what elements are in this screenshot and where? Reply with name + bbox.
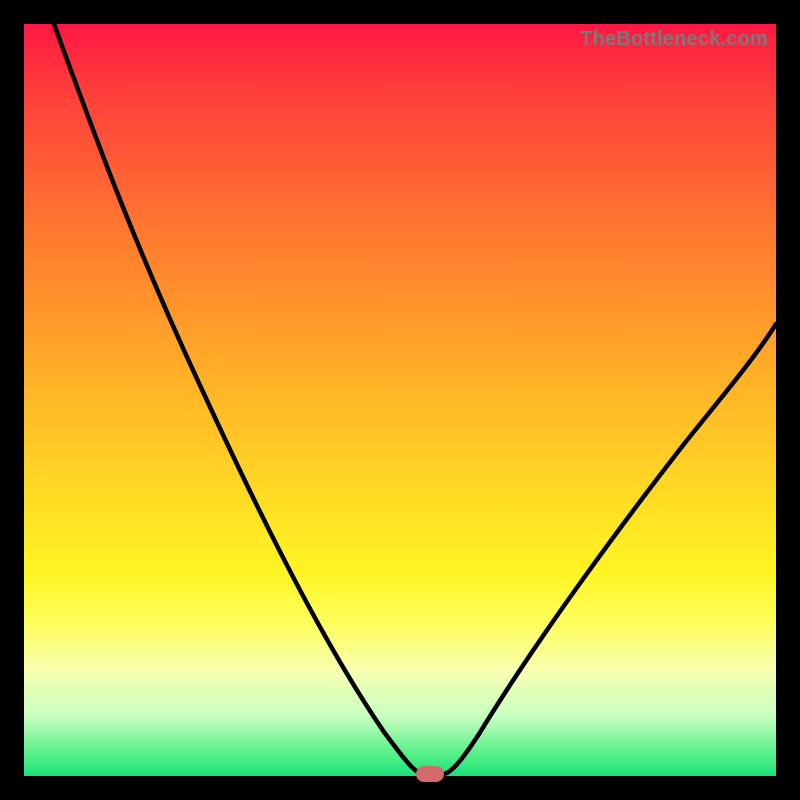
watermark-text: TheBottleneck.com xyxy=(580,28,768,51)
chart-frame: TheBottleneck.com xyxy=(0,0,800,800)
plot-area: TheBottleneck.com xyxy=(24,24,776,776)
bottleneck-curve xyxy=(24,24,776,776)
curve-path xyxy=(54,24,776,774)
optimal-marker xyxy=(416,766,444,782)
